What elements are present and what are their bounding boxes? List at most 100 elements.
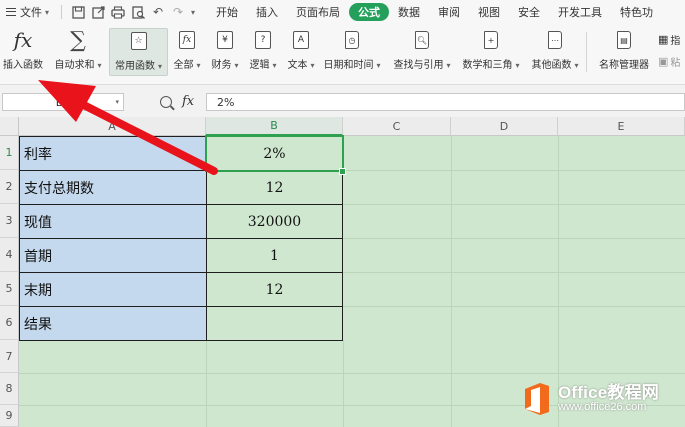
name-box-value: B1 xyxy=(55,95,71,109)
math-trig-button[interactable]: + 数学和三角 ▾ xyxy=(460,28,522,74)
chevron-down-icon: ▾ xyxy=(272,61,277,70)
column-header-a[interactable]: A xyxy=(19,117,206,136)
tab-data[interactable]: 数据 xyxy=(389,0,429,24)
chevron-down-icon: ▾ xyxy=(97,61,102,70)
cell-a4[interactable]: 首期 xyxy=(19,238,207,273)
tab-page-layout[interactable]: 页面布局 xyxy=(287,0,349,24)
tab-insert[interactable]: 插入 xyxy=(247,0,287,24)
math-icon: + xyxy=(484,31,498,49)
chevron-down-icon: ▾ xyxy=(446,61,451,70)
function-star-icon: ☆ xyxy=(130,32,147,50)
insert-function-label: 插入函数 xyxy=(3,60,43,71)
cell-a6[interactable]: 结果 xyxy=(19,306,207,341)
divider xyxy=(586,32,587,72)
redo-icon[interactable]: ↷ xyxy=(171,5,185,19)
tab-formulas[interactable]: 公式 xyxy=(349,3,390,21)
chevron-down-icon: ▾ xyxy=(574,61,579,70)
sigma-icon: ∑ xyxy=(70,27,86,53)
tab-home[interactable]: 开始 xyxy=(207,0,247,24)
text-functions-label: 文本 xyxy=(287,60,308,71)
fill-handle[interactable] xyxy=(339,168,346,175)
chevron-down-icon[interactable]: ▾ xyxy=(115,98,119,106)
row-header-1[interactable]: 1 xyxy=(0,136,19,170)
specify-button[interactable]: ▦ 指 xyxy=(658,32,680,47)
cell-b2[interactable]: 12 xyxy=(206,170,343,205)
cell-b5[interactable]: 12 xyxy=(206,272,343,307)
row-header-9[interactable]: 9 xyxy=(0,405,19,427)
column-header-c[interactable]: C xyxy=(343,117,451,136)
cell-a2[interactable]: 支付总期数 xyxy=(19,170,207,205)
tab-special[interactable]: 特色功 xyxy=(611,0,653,24)
fx-icon[interactable]: fx xyxy=(182,94,194,109)
lookup-icon: 🔍︎ xyxy=(415,31,429,49)
finance-label: 财务 xyxy=(211,60,232,71)
tab-developer[interactable]: 开发工具 xyxy=(549,0,611,24)
fx-box-icon: fx xyxy=(179,31,195,49)
row-header-4[interactable]: 4 xyxy=(0,238,19,272)
datetime-button[interactable]: ◷ 日期和时间 ▾ xyxy=(322,28,382,74)
row-header-2[interactable]: 2 xyxy=(0,170,19,204)
gridline xyxy=(343,170,685,171)
finance-button[interactable]: ¥ 财务 ▾ xyxy=(208,28,242,74)
cell-b3[interactable]: 320000 xyxy=(206,204,343,239)
lookup-button[interactable]: 🔍︎ 查找与引用 ▾ xyxy=(390,28,454,74)
text-a-icon: A xyxy=(293,31,309,49)
hamburger-icon xyxy=(6,8,16,16)
tab-review[interactable]: 审阅 xyxy=(429,0,469,24)
datetime-label: 日期和时间 xyxy=(323,60,374,71)
autosum-button[interactable]: ∑ 自动求和 ▾ xyxy=(52,28,104,74)
gridline xyxy=(19,373,685,374)
text-functions-button[interactable]: A 文本 ▾ xyxy=(284,28,318,74)
paste-icon: ▣ xyxy=(658,55,669,68)
column-header-b[interactable]: B xyxy=(206,117,343,136)
select-all-corner[interactable] xyxy=(0,117,19,136)
export-icon[interactable] xyxy=(91,5,105,19)
gridline xyxy=(343,204,685,205)
lookup-label: 查找与引用 xyxy=(393,60,444,71)
cell-a3[interactable]: 现值 xyxy=(19,204,207,239)
save-icon[interactable] xyxy=(71,5,85,19)
name-box[interactable]: B1 ▾ xyxy=(2,93,124,111)
watermark-url: www.office26.com xyxy=(558,401,647,414)
name-manager-button[interactable]: ▤ 名称管理器 xyxy=(594,28,654,74)
formula-input[interactable]: 2% xyxy=(206,93,685,111)
tab-security[interactable]: 安全 xyxy=(509,0,549,24)
gridline xyxy=(343,238,685,239)
row-header-8[interactable]: 8 xyxy=(0,373,19,405)
cell-b6[interactable] xyxy=(206,306,343,341)
undo-icon[interactable]: ↶ xyxy=(151,5,165,19)
menu-bar: 文件 ▾ ↶ ↷ ▾ 开始 插入 页面布局 公式 数据 审阅 视图 安全 开发工… xyxy=(0,0,685,24)
row-header-6[interactable]: 6 xyxy=(0,306,19,340)
print-preview-icon[interactable] xyxy=(131,5,145,19)
watermark: Office教程网 www.office26.com xyxy=(522,376,682,422)
chevron-down-icon: ▾ xyxy=(196,61,201,70)
common-functions-button[interactable]: ☆ 常用函数 ▾ xyxy=(109,28,168,76)
column-header-e[interactable]: E xyxy=(558,117,685,136)
cell-b1[interactable]: 2% xyxy=(206,136,343,171)
zoom-icon[interactable] xyxy=(160,95,172,108)
cell-a5[interactable]: 末期 xyxy=(19,272,207,307)
paste-button[interactable]: ▣ 粘 xyxy=(658,54,680,69)
row-header-7[interactable]: 7 xyxy=(0,340,19,373)
formula-value: 2% xyxy=(217,95,235,109)
common-functions-label: 常用函数 xyxy=(114,61,155,72)
cell-a1[interactable]: 利率 xyxy=(19,136,207,171)
cell-b4[interactable]: 1 xyxy=(206,238,343,273)
logic-button[interactable]: ? 逻辑 ▾ xyxy=(246,28,280,74)
file-menu[interactable]: 文件 ▾ xyxy=(0,0,55,24)
print-icon[interactable] xyxy=(111,5,125,19)
all-functions-button[interactable]: fx 全部 ▾ xyxy=(170,28,204,74)
quick-access-dropdown-icon[interactable]: ▾ xyxy=(191,8,195,17)
other-functions-button[interactable]: ⋯ 其他函数 ▾ xyxy=(528,28,582,74)
divider xyxy=(61,5,63,19)
tab-view[interactable]: 视图 xyxy=(469,0,509,24)
column-header-d[interactable]: D xyxy=(451,117,558,136)
row-header-3[interactable]: 3 xyxy=(0,204,19,238)
insert-function-button[interactable]: fx 插入函数 xyxy=(0,28,46,74)
file-menu-label: 文件 xyxy=(20,6,42,19)
grid-icon: ▦ xyxy=(658,33,669,46)
chevron-down-icon: ▾ xyxy=(234,61,239,70)
gridline xyxy=(451,136,452,427)
row-header-5[interactable]: 5 xyxy=(0,272,19,306)
formula-bar: B1 ▾ fx 2% xyxy=(0,85,685,118)
